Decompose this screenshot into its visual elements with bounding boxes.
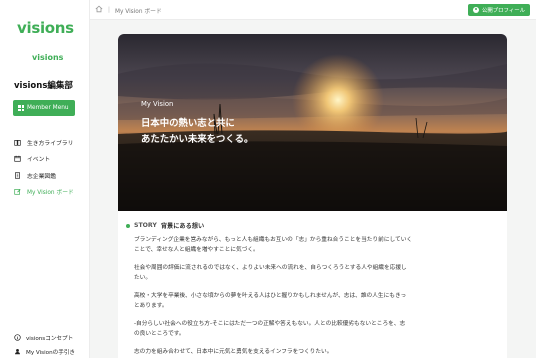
story-paragraph: 志の力を組み合わせて、日本中に元気と勇気を支えるインフラをつくりたい。 [134,347,424,357]
story-line: の良いところです。 [134,331,185,337]
hero-title-line1: 日本中の熱い志と共に [141,118,235,129]
story-paragraph: -自分らしい社会への役立ち方-そこにはただ一つの正解や答えもない。人との比較優劣… [134,319,424,339]
info-icon [14,333,21,343]
story-heading-ja: 背景にある想い [160,223,205,230]
profile-icon [472,7,479,13]
story-heading-en: STORY [134,222,157,229]
sidebar-item-library[interactable]: 生き方ライブラリ [14,134,74,151]
sidebar-item-label: 志企業図鑑 [27,173,56,180]
sidebar-item-label: My Vision ボード [27,190,74,197]
story-line: とあります。 [134,303,168,309]
bullet-dot [126,223,130,228]
story-paragraph: 社会や周囲の評価に流されるのではなく、よりよい未来への流れを、自らつくろうとする… [134,263,424,283]
story-paragraph: 高校・大学を卒業後、小さな頃からの夢を叶える人はひと握りかもしれませんが、志は、… [134,291,424,311]
sidebar-item-concept[interactable]: visionsコンセプト [14,331,75,345]
story-line: ブランディング企業を営みながら、もっと人も組織もお互いの「志」から重ね合うことを… [134,237,413,243]
org-logo: visions [32,53,64,62]
sidebar-item-vision-board[interactable]: My Vision ボード [14,184,74,201]
sidebar-item-events[interactable]: イベント [14,151,74,168]
story-line: ことで、幸せな人と組織を増やすことに気づく。 [134,247,259,253]
hero-label: My Vision [141,100,174,108]
story-line: 高校・大学を卒業後、小さな頃からの夢を叶える人はひと握りかもしれませんが、志は、… [134,293,407,299]
public-profile-button[interactable]: 公開プロフィール [467,4,530,16]
breadcrumb-current: My Vision ボード [114,8,162,15]
edit-icon [14,188,21,195]
user-icon [14,348,21,357]
building-icon [14,172,21,179]
member-menu-button[interactable]: Member Menu [13,100,75,116]
book-icon [14,139,21,146]
hero-image: My Vision 日本中の熱い志と共に あたたかい未来をつくる。 [118,34,507,211]
visions-logo[interactable]: visions [17,19,74,37]
public-profile-label: 公開プロフィール [481,8,525,14]
sidebar-item-label: My Visionの手引き [26,350,75,356]
vision-card: My Vision 日本中の熱い志と共に あたたかい未来をつくる。 STORY … [118,34,507,358]
org-name: visions編集部 [14,81,73,91]
member-menu-label: Member Menu [27,105,69,111]
sidebar: visions visions visions編集部 Member Menu 生… [0,0,90,358]
sidebar-item-label: visionsコンセプト [26,336,74,342]
sidebar-bottom-nav: visionsコンセプト My Visionの手引き [14,331,75,358]
story-line: たい。 [134,275,152,281]
story-line: -自分らしい社会への役立ち方-そこにはただ一つの正解や答えもない。人との比較優劣… [134,321,406,327]
breadcrumb-separator: | [108,7,110,13]
story-line: 社会や周囲の評価に流されるのではなく、よりよい未来への流れを、自らつくろうとする… [134,265,407,271]
sidebar-item-label: イベント [27,157,51,164]
story-paragraph: ブランディング企業を営みながら、もっと人も組織もお互いの「志」から重ね合うことを… [134,235,424,255]
breadcrumb: | My Vision ボード [95,5,162,15]
grid-icon [18,105,24,111]
story-heading: STORY 背景にある想い [126,221,204,230]
story-line: 志の力を組み合わせて、日本中に元気と勇気を支えるインフラをつくりたい。 [134,349,333,355]
sidebar-item-guide[interactable]: My Visionの手引き [14,345,75,358]
top-bar: | My Vision ボード 公開プロフィール [90,0,536,20]
calendar-icon [14,155,21,162]
hero-title-line2: あたたかい未来をつくる。 [141,134,254,145]
sidebar-nav: 生き方ライブラリ イベント 志企業図鑑 My Vision ボード [14,134,74,200]
home-icon[interactable] [95,5,103,15]
sidebar-item-companies[interactable]: 志企業図鑑 [14,167,74,184]
sidebar-item-label: 生き方ライブラリ [27,140,74,147]
